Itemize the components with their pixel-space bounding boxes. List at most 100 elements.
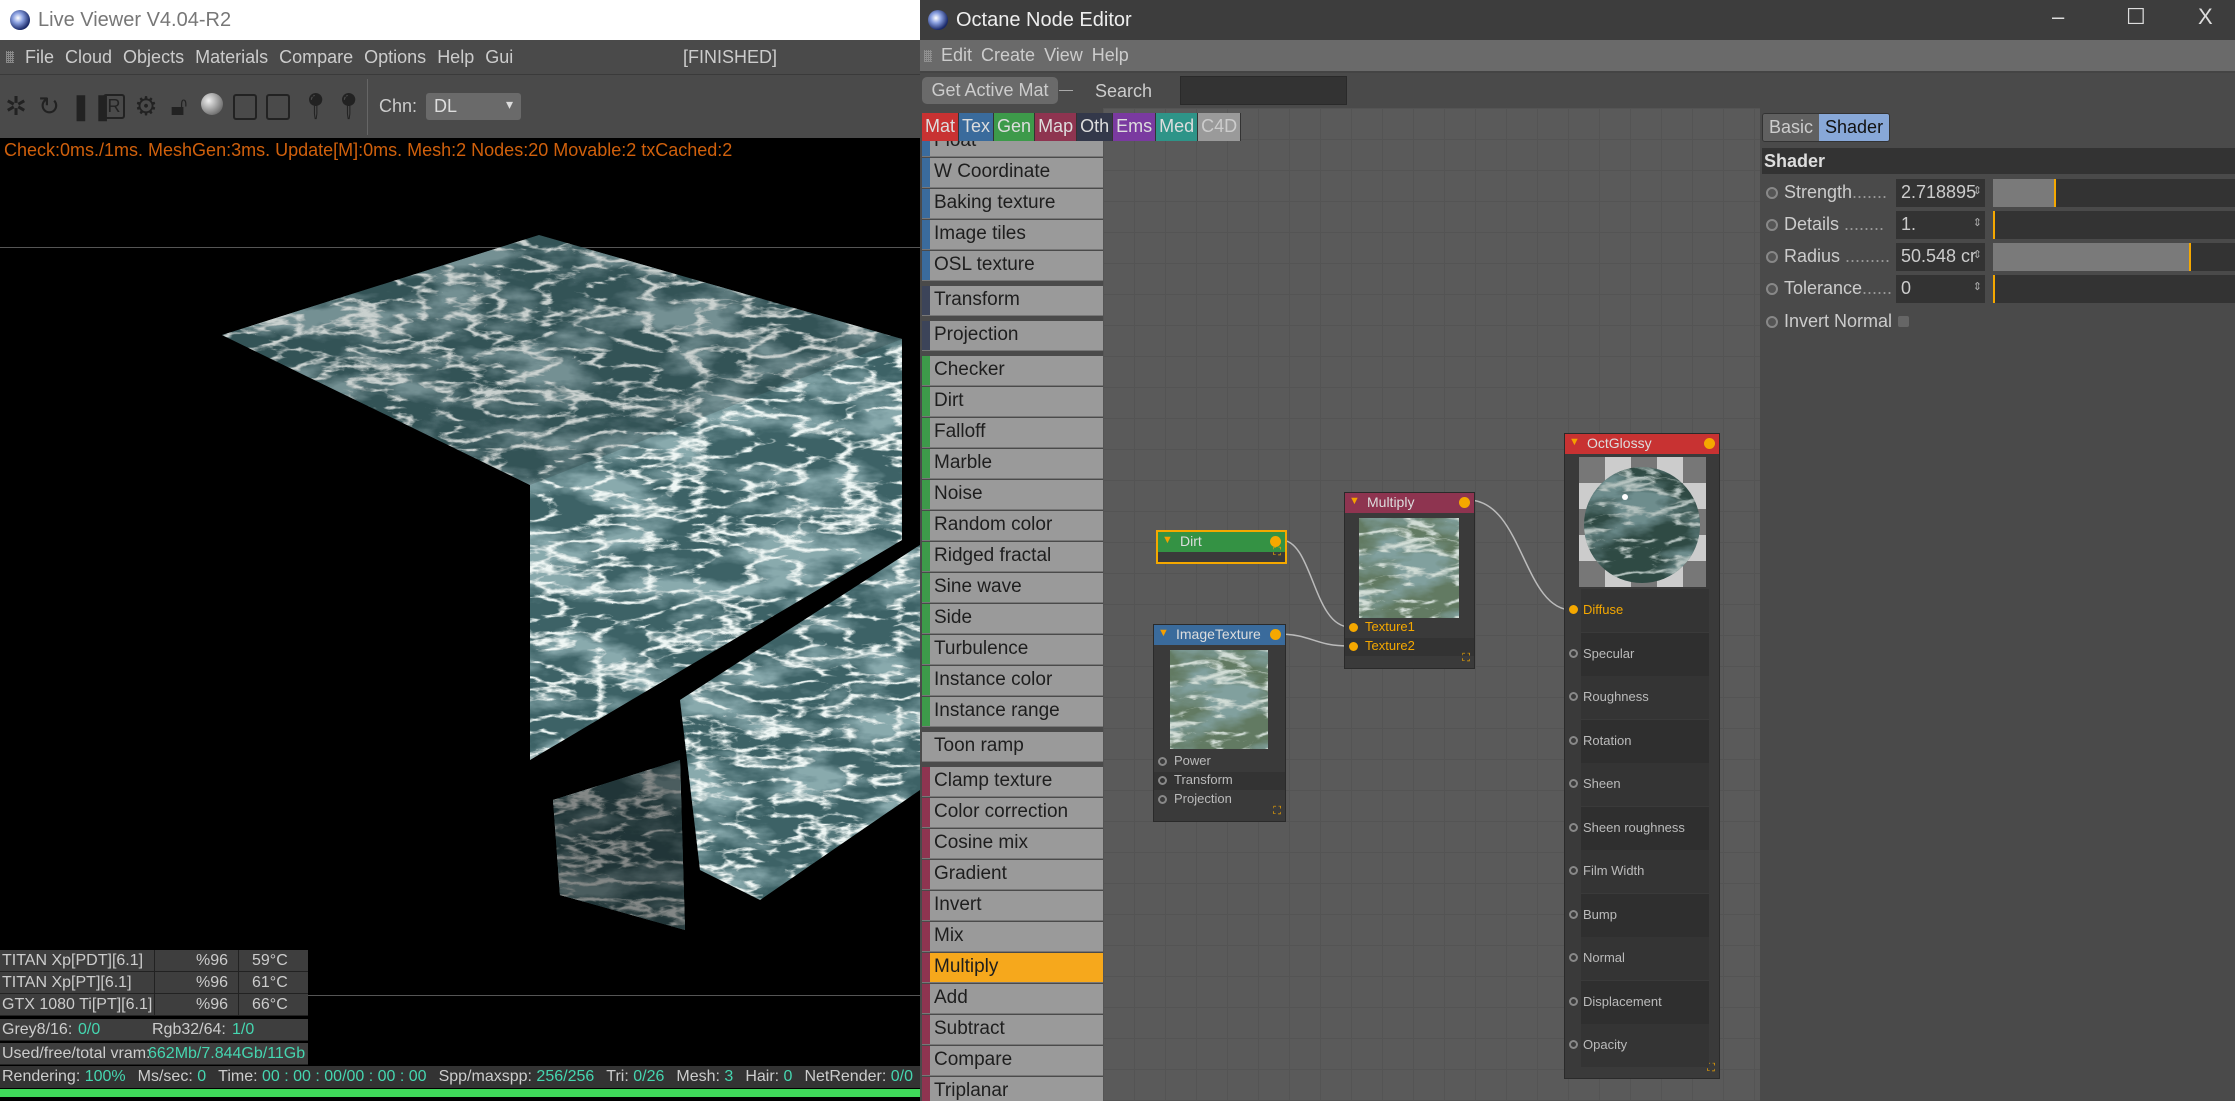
node-list-item[interactable]: Cosine mix: [922, 829, 1103, 859]
node-list-item[interactable]: Add: [922, 984, 1103, 1014]
node-list-item[interactable]: Turbulence: [922, 635, 1103, 665]
port-dot[interactable]: [1569, 1040, 1578, 1049]
node-dirt[interactable]: Dirt ⛶: [1156, 530, 1287, 564]
animate-radio-icon[interactable]: [1766, 251, 1778, 263]
node-list-item[interactable]: Noise: [922, 480, 1103, 510]
node-multiply[interactable]: Multiply Texture1 Texture2 ⛶: [1344, 492, 1475, 669]
node-list-item[interactable]: Projection: [922, 321, 1103, 351]
port-roughness[interactable]: Roughness: [1565, 689, 1719, 707]
get-active-mat-button[interactable]: Get Active Mat: [922, 77, 1058, 104]
node-list-item[interactable]: Falloff: [922, 418, 1103, 448]
lock-icon[interactable]: 🔓︎: [167, 91, 191, 123]
tab-gen[interactable]: Gen: [994, 113, 1036, 141]
tab-basic[interactable]: Basic: [1763, 114, 1820, 141]
menu-gui[interactable]: Gui: [485, 47, 513, 68]
tab-mat[interactable]: Mat: [922, 113, 960, 141]
port-bump[interactable]: Bump: [1565, 907, 1719, 925]
node-list-item[interactable]: Instance color: [922, 666, 1103, 696]
menu-view[interactable]: View: [1044, 45, 1083, 66]
port-dot[interactable]: [1569, 779, 1578, 788]
node-list-item[interactable]: Mix: [922, 922, 1103, 952]
node-list-item[interactable]: Marble: [922, 449, 1103, 479]
port-texture2[interactable]: Texture2: [1345, 638, 1474, 656]
menu-help[interactable]: Help: [437, 47, 474, 68]
port-dot[interactable]: [1569, 822, 1578, 832]
grip-icon[interactable]: [924, 49, 932, 62]
port-dot[interactable]: [1569, 909, 1578, 919]
port-opacity[interactable]: Opacity: [1565, 1037, 1719, 1055]
node-image-texture[interactable]: ImageTexture Power Transform Projection …: [1153, 624, 1286, 822]
node-octglossy[interactable]: OctGlossy ⛶ DiffuseSpecularRoughnessRota…: [1564, 433, 1720, 1079]
expand-icon[interactable]: ⛶: [1273, 805, 1281, 818]
menu-objects[interactable]: Objects: [123, 47, 184, 68]
port-power[interactable]: Power: [1154, 753, 1285, 771]
port-sheen[interactable]: Sheen: [1565, 776, 1719, 794]
region-render-icon[interactable]: R: [103, 94, 125, 119]
node-list-item[interactable]: Checker: [922, 356, 1103, 386]
output-port[interactable]: [1459, 497, 1470, 508]
node-header[interactable]: ImageTexture: [1154, 625, 1285, 645]
expand-icon[interactable]: ⛶: [1273, 546, 1281, 559]
node-header[interactable]: Dirt: [1158, 532, 1285, 552]
tab-ems[interactable]: Ems: [1113, 113, 1157, 141]
node-header[interactable]: Multiply: [1345, 493, 1474, 513]
menu-help[interactable]: Help: [1092, 45, 1129, 66]
node-list-item[interactable]: Ridged fractal: [922, 542, 1103, 572]
node-list-item[interactable]: OSL texture: [922, 251, 1103, 281]
port-texture1[interactable]: Texture1: [1345, 619, 1474, 637]
tab-shader[interactable]: Shader: [1819, 114, 1890, 141]
node-list-item[interactable]: Side: [922, 604, 1103, 634]
port-normal[interactable]: Normal: [1565, 950, 1719, 968]
menu-cloud[interactable]: Cloud: [65, 47, 112, 68]
param-slider[interactable]: [1993, 179, 2235, 207]
octane-icon[interactable]: ✲: [4, 91, 28, 122]
menu-options[interactable]: Options: [364, 47, 426, 68]
port-specular[interactable]: Specular: [1565, 646, 1719, 664]
menu-edit[interactable]: Edit: [941, 45, 972, 66]
param-slider[interactable]: [1993, 243, 2235, 271]
port-film-width[interactable]: Film Width: [1565, 863, 1719, 881]
param-value-input[interactable]: 1.: [1896, 211, 1985, 239]
material-pick-icon[interactable]: 📍︎: [332, 91, 365, 122]
port-dot[interactable]: [1569, 996, 1578, 1006]
menu-file[interactable]: File: [25, 47, 54, 68]
port-dot[interactable]: [1569, 648, 1578, 658]
tab-oth[interactable]: Oth: [1077, 113, 1114, 141]
param-value-input[interactable]: 50.548 cr: [1896, 243, 1985, 271]
node-list-item[interactable]: Dirt: [922, 387, 1103, 417]
node-list-item[interactable]: Random color: [922, 511, 1103, 541]
channel-dropdown[interactable]: DL: [426, 93, 522, 120]
expand-icon[interactable]: ⛶: [1462, 652, 1470, 665]
pause-icon[interactable]: ❚❚: [70, 91, 114, 122]
port-transform[interactable]: Transform: [1154, 772, 1285, 790]
port-sheen-roughness[interactable]: Sheen roughness: [1565, 820, 1719, 838]
subsample-icon[interactable]: [266, 93, 290, 120]
node-list-item[interactable]: Compare: [922, 1046, 1103, 1076]
tab-c4d[interactable]: C4D: [1198, 113, 1242, 141]
tab-tex[interactable]: Tex: [959, 113, 995, 141]
node-list-item[interactable]: Baking texture: [922, 189, 1103, 219]
port-dot[interactable]: [1569, 692, 1578, 701]
material-ball-icon[interactable]: [200, 91, 224, 122]
param-value-input[interactable]: 0: [1896, 275, 1985, 303]
render-viewport[interactable]: [0, 170, 920, 950]
output-port[interactable]: [1704, 438, 1715, 449]
menu-materials[interactable]: Materials: [195, 47, 268, 68]
tab-med[interactable]: Med: [1156, 113, 1199, 141]
node-list-item[interactable]: Image tiles: [922, 220, 1103, 250]
node-list-item[interactable]: Transform: [922, 286, 1103, 316]
node-header[interactable]: OctGlossy: [1565, 434, 1719, 454]
node-list-item[interactable]: Subtract: [922, 1015, 1103, 1045]
maximize-icon[interactable]: ☐: [2126, 4, 2146, 30]
settings-icon[interactable]: ⚙: [134, 91, 158, 122]
node-graph-canvas[interactable]: Dirt ⛶ ImageTexture Power Transform Proj…: [1103, 108, 1760, 1101]
node-list-item[interactable]: Multiply: [922, 953, 1103, 983]
port-displacement[interactable]: Displacement: [1565, 994, 1719, 1012]
tab-map[interactable]: Map: [1035, 113, 1078, 141]
node-list-item[interactable]: Instance range: [922, 697, 1103, 727]
port-dot[interactable]: [1569, 953, 1578, 962]
refresh-icon[interactable]: ↻: [37, 91, 61, 122]
search-input[interactable]: [1180, 76, 1347, 105]
param-slider[interactable]: [1993, 211, 2235, 239]
animate-radio-icon[interactable]: [1766, 316, 1778, 328]
